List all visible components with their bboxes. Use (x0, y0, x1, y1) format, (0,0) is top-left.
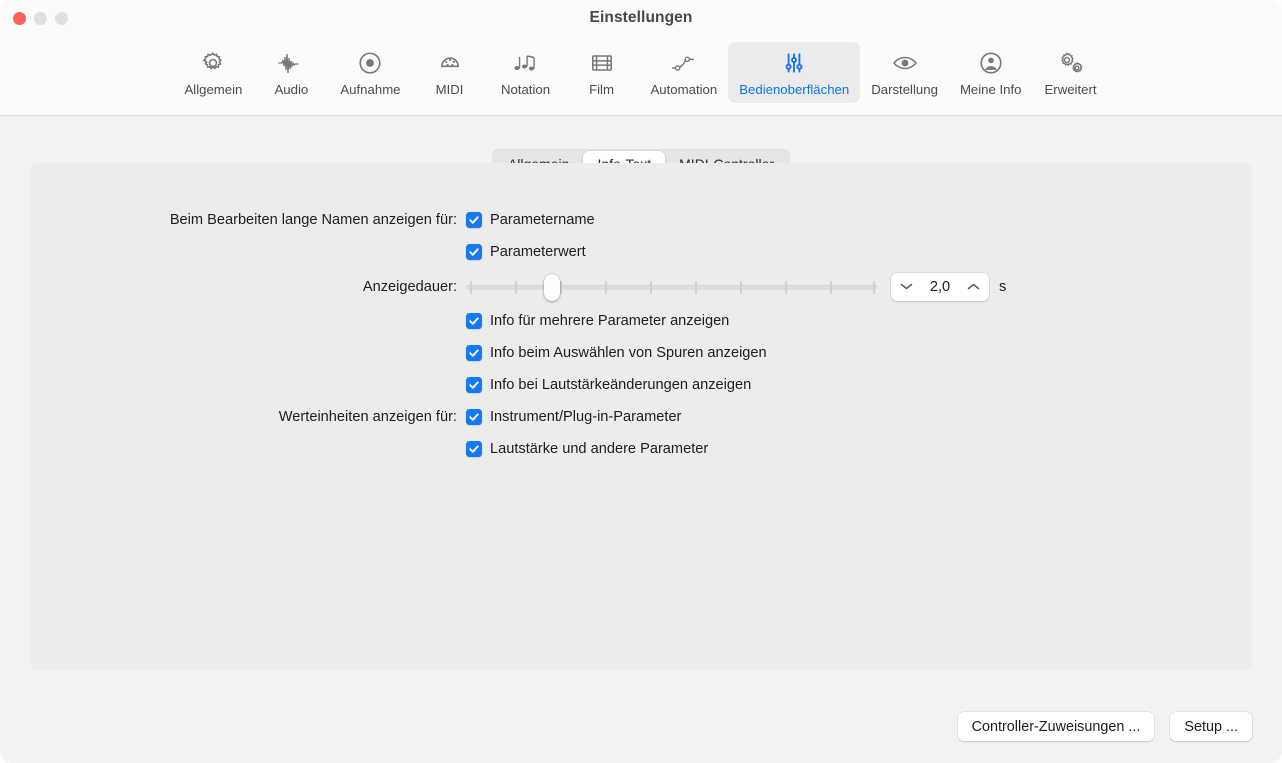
settings-content: Allgemein Info-Text MIDI-Controller Beim… (0, 116, 1282, 763)
duration-unit: s (999, 278, 1007, 295)
toolbar-item-label: Allgemein (184, 82, 243, 97)
checkmark-icon (466, 244, 482, 260)
checkmark-icon (466, 441, 482, 457)
film-strip-icon (585, 48, 619, 78)
units-label: Werteinheiten anzeigen für: (278, 409, 457, 425)
sliders-icon (777, 48, 811, 78)
slider-tick (873, 280, 875, 294)
toolbar-item-audio[interactable]: Audio (253, 42, 329, 103)
row-parameterwert: Parameterwert (0, 236, 1282, 268)
toolbar-item-label: Erweitert (1044, 82, 1097, 97)
slider-tick (740, 280, 742, 294)
settings-window: Einstellungen Allgemein Audio Aufnahme M… (0, 0, 1282, 763)
long-names-label: Beim Bearbeiten lange Namen anzeigen für… (169, 212, 457, 228)
setup-button[interactable]: Setup ... (1170, 712, 1252, 741)
chevron-down-icon[interactable] (900, 282, 913, 291)
row-anzeigedauer: Anzeigedauer: 2,0 s (0, 268, 1282, 305)
slider-thumb[interactable] (544, 273, 560, 301)
title-bar: Einstellungen Allgemein Audio Aufnahme M… (0, 0, 1282, 116)
slider-tick (830, 280, 832, 294)
slider-tick (785, 280, 787, 294)
row-info-mehrere-parameter: Info für mehrere Parameter anzeigen (0, 305, 1282, 337)
toolbar-item-label: Notation (500, 82, 551, 97)
checkmark-icon (466, 377, 482, 393)
waveform-icon (274, 48, 308, 78)
toolbar-item-label: Meine Info (959, 82, 1022, 97)
toolbar-item-meine-info[interactable]: Meine Info (949, 42, 1033, 103)
gear-icon (196, 48, 230, 78)
automation-node-icon (667, 48, 701, 78)
slider-tick (515, 280, 517, 294)
window-title: Einstellungen (589, 9, 693, 26)
controller-assignments-button[interactable]: Controller-Zuweisungen ... (957, 712, 1155, 741)
checkbox-label: Info bei Lautstärkeänderungen anzeigen (490, 377, 752, 393)
slider-track (466, 284, 877, 290)
toolbar-item-automation[interactable]: Automation (640, 42, 729, 103)
checkbox-info-lautstaerkeaenderungen[interactable]: Info bei Lautstärkeänderungen anzeigen (466, 377, 751, 393)
toolbar-item-label: MIDI (435, 82, 464, 97)
toolbar-item-erweitert[interactable]: Erweitert (1033, 42, 1109, 103)
person-circle-icon (974, 48, 1008, 78)
checkbox-label: Info für mehrere Parameter anzeigen (490, 313, 730, 329)
info-text-form: Beim Bearbeiten lange Namen anzeigen für… (0, 204, 1282, 465)
duration-value: 2,0 (929, 278, 951, 295)
toolbar-item-midi[interactable]: MIDI (412, 42, 488, 103)
toolbar-item-notation[interactable]: Notation (488, 42, 564, 103)
toolbar-item-label: Darstellung (871, 82, 938, 97)
eye-icon (888, 48, 922, 78)
duration-label: Anzeigedauer: (362, 278, 457, 295)
toolbar-item-label: Aufnahme (340, 82, 401, 97)
record-circle-icon (353, 48, 387, 78)
checkbox-label: Instrument/Plug-in-Parameter (490, 409, 682, 425)
slider-tick (650, 280, 652, 294)
toolbar-item-film[interactable]: Film (564, 42, 640, 103)
checkbox-lautstaerke-und-andere-parameter[interactable]: Lautstärke und andere Parameter (466, 441, 708, 457)
checkbox-info-mehrere-parameter[interactable]: Info für mehrere Parameter anzeigen (466, 313, 729, 329)
checkmark-icon (466, 409, 482, 425)
row-long-names: Beim Bearbeiten lange Namen anzeigen für… (0, 204, 1282, 236)
chevron-up-icon[interactable] (967, 282, 980, 291)
music-notes-icon (509, 48, 543, 78)
midi-connector-icon (433, 48, 467, 78)
checkbox-info-spuren[interactable]: Info beim Auswählen von Spuren anzeigen (466, 345, 767, 361)
slider-tick (695, 280, 697, 294)
row-lautstaerke-andere: Lautstärke und andere Parameter (0, 433, 1282, 465)
row-werteinheiten: Werteinheiten anzeigen für: Instrument/P… (0, 401, 1282, 433)
checkbox-label: Info beim Auswählen von Spuren anzeigen (490, 345, 767, 361)
checkmark-icon (466, 313, 482, 329)
checkmark-icon (466, 212, 482, 228)
checkbox-instrument-plugin-parameter[interactable]: Instrument/Plug-in-Parameter (466, 409, 681, 425)
row-info-spuren: Info beim Auswählen von Spuren anzeigen (0, 337, 1282, 369)
double-gear-icon (1054, 48, 1088, 78)
toolbar-item-label: Bedienoberflächen (739, 82, 850, 97)
footer-buttons: Controller-Zuweisungen ... Setup ... (957, 712, 1252, 741)
toolbar-item-label: Audio (274, 82, 309, 97)
checkbox-parametername[interactable]: Parametername (466, 212, 595, 228)
slider-tick (470, 280, 472, 294)
preferences-toolbar: Allgemein Audio Aufnahme MIDI Notation F… (0, 42, 1282, 110)
checkbox-label: Parametername (490, 212, 595, 228)
slider-tick (560, 280, 562, 294)
checkbox-label: Lautstärke und andere Parameter (490, 441, 709, 457)
slider-tick (605, 280, 607, 294)
checkbox-parameterwert[interactable]: Parameterwert (466, 244, 586, 260)
toolbar-item-darstellung[interactable]: Darstellung (860, 42, 949, 103)
row-info-lautstaerke: Info bei Lautstärkeänderungen anzeigen (0, 369, 1282, 401)
toolbar-item-label: Film (589, 82, 614, 97)
checkbox-label: Parameterwert (490, 244, 586, 260)
toolbar-item-label: Automation (650, 82, 718, 97)
duration-stepper[interactable]: 2,0 (891, 272, 989, 301)
toolbar-item-allgemein[interactable]: Allgemein (173, 42, 253, 103)
toolbar-item-aufnahme[interactable]: Aufnahme (329, 42, 411, 103)
toolbar-item-bedienoberflaechen[interactable]: Bedienoberflächen (728, 42, 861, 103)
checkmark-icon (466, 345, 482, 361)
duration-slider[interactable] (466, 273, 877, 301)
